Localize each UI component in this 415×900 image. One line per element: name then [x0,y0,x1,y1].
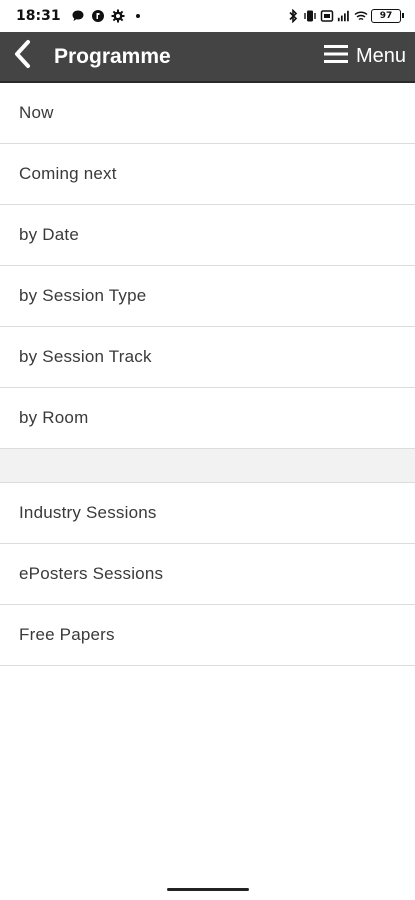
list-item-label: by Session Track [19,347,152,366]
menu-label: Menu [355,45,406,67]
vibrate-icon [303,9,317,23]
list-item-label: ePosters Sessions [19,564,164,583]
list-item-industry-sessions[interactable]: Industry Sessions [0,483,415,544]
list-item-label: Now [19,103,54,122]
app-screen: 18:31 97 Programme Menu Now Coming next … [0,0,415,900]
battery-level: 97 [379,11,393,21]
list-item-now[interactable]: Now [0,83,415,144]
hamburger-icon [323,44,348,69]
list-item-free-papers[interactable]: Free Papers [0,605,415,666]
list-item-label: Industry Sessions [19,503,157,522]
gesture-nav-bar[interactable] [167,888,249,891]
list-item-eposters-sessions[interactable]: ePosters Sessions [0,544,415,605]
list-item-label: by Date [19,225,79,244]
page-title: Programme [54,44,171,68]
app-notification-icon [91,9,105,23]
list-item-coming-next[interactable]: Coming next [0,144,415,205]
menu-button[interactable]: Menu [323,44,415,69]
programme-list: Now Coming next by Date by Session Type … [0,83,415,666]
wifi-icon [354,9,368,23]
more-notifications-dot-icon [131,9,145,23]
list-item-by-date[interactable]: by Date [0,205,415,266]
list-group-separator [0,449,415,483]
status-time: 18:31 [16,8,61,24]
list-item-by-session-type[interactable]: by Session Type [0,266,415,327]
list-item-by-room[interactable]: by Room [0,388,415,449]
settings-gear-icon [111,9,125,23]
app-header: Programme Menu [0,32,415,83]
back-button[interactable] [0,31,46,82]
bluetooth-icon [286,9,300,23]
signal-strength-icon [337,9,351,23]
list-item-label: Coming next [19,164,117,183]
status-right: 97 [286,9,404,23]
status-left: 18:31 [16,8,145,24]
battery-icon: 97 [371,9,404,23]
chat-bubble-icon [71,9,85,23]
list-item-by-session-track[interactable]: by Session Track [0,327,415,388]
list-item-label: by Session Type [19,286,147,305]
list-item-label: Free Papers [19,625,115,644]
list-item-label: by Room [19,408,89,427]
data-saver-icon [320,9,334,23]
chevron-left-icon [13,39,33,74]
status-bar: 18:31 97 [0,0,415,32]
